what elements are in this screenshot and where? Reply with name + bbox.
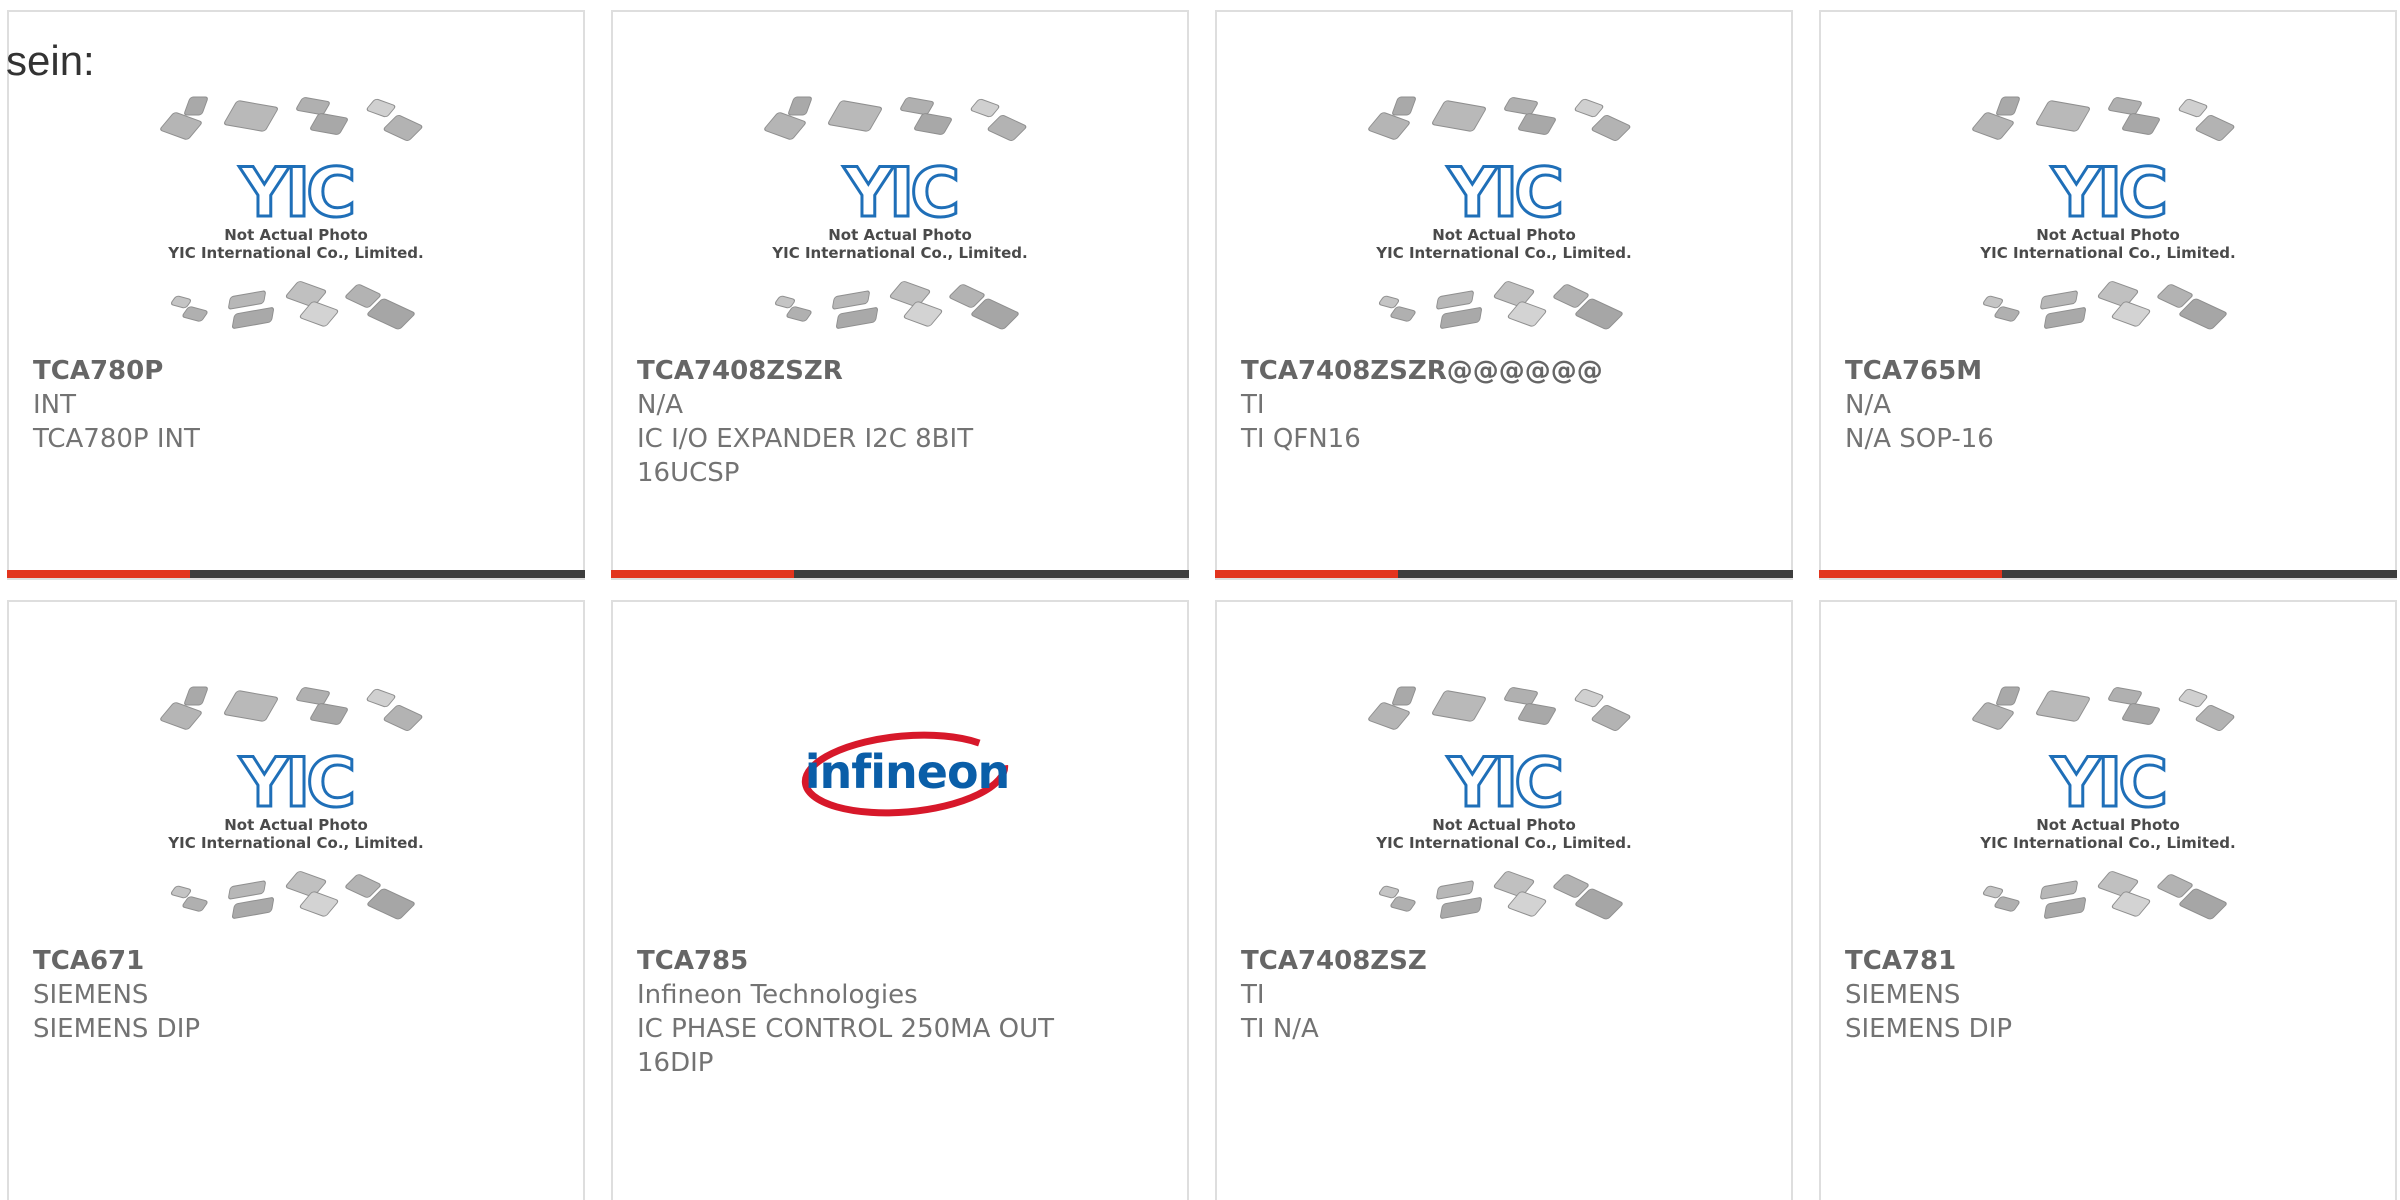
product-card[interactable]: YIC Not Actual Photo YIC International Co.… [7,600,585,1200]
description: TI QFN16 [1241,424,1361,454]
svg-text:Not Actual Photo: Not Actual Photo [2036,816,2180,834]
svg-text:YIC International Co., Limited: YIC International Co., Limited. [1375,834,1631,852]
card-footer-bar [1215,570,1793,578]
part-number[interactable]: TCA781 [1845,944,2345,978]
svg-text:YIC International Co., Limited: YIC International Co., Limited. [167,244,423,262]
product-photo: YIC Not Actual Photo YIC International Co.… [1217,684,1791,944]
product-photo: YIC Not Actual Photo YIC International Co.… [1217,94,1791,354]
description-continued: 16UCSP [637,458,740,488]
yic-logo: YIC [2051,744,2165,823]
svg-text:Not Actual Photo: Not Actual Photo [2036,226,2180,244]
not-actual-photo-image: YICNot Actual PhotoYIC International Co.… [1972,686,2236,920]
svg-text:YIC International Co., Limited: YIC International Co., Limited. [1375,244,1631,262]
product-photo: YIC Not Actual Photo YIC International Co.… [1821,94,2395,354]
description: IC PHASE CONTROL 250MA OUT [637,1014,1055,1044]
description: IC I/O EXPANDER I2C 8BIT [637,424,974,454]
card-footer-bar [611,570,1189,578]
description: TCA780P INT [33,424,200,454]
svg-text:YIC International Co., Limited: YIC International Co., Limited. [1979,834,2235,852]
yic-logo: YIC [239,154,353,233]
card-footer-accent [1215,570,1398,578]
manufacturer: Infineon Technologies [637,980,918,1010]
yic-logo: YIC [239,744,353,823]
manufacturer: SIEMENS [1845,980,1961,1010]
product-info: TCA7408ZSZ TI TI N/A [1241,944,1741,1046]
product-photo: infineon [613,684,1187,944]
product-info: TCA671 SIEMENS SIEMENS DIP [33,944,533,1046]
product-info: TCA785 Infineon Technologies IC PHASE CO… [637,944,1137,1080]
product-card[interactable]: YIC Not Actual Photo YIC International Co.… [7,10,585,580]
product-info: TCA781 SIEMENS SIEMENS DIP [1845,944,2345,1046]
card-footer-accent [7,570,190,578]
card-footer-bar [7,570,585,578]
product-card[interactable]: YIC Not Actual Photo YIC International Co.… [1215,10,1793,580]
not-actual-photo-image: YICNot Actual PhotoYIC International Co.… [160,686,424,920]
product-info: TCA7408ZSZR@@@@@@ TI TI QFN16 [1241,354,1741,456]
part-number[interactable]: TCA785 [637,944,1137,978]
manufacturer: INT [33,390,76,420]
product-grid: YIC Not Actual Photo YIC International Co.… [0,0,2400,1200]
product-card[interactable]: infineon TCA785 Infineon Technologies IC… [611,600,1189,1200]
svg-text:YIC International Co., Limited: YIC International Co., Limited. [167,834,423,852]
yic-logo: YIC [1447,154,1561,233]
product-info: TCA765M N/A N/A SOP-16 [1845,354,2345,456]
product-photo: YIC Not Actual Photo YIC International Co.… [9,94,583,354]
part-number[interactable]: TCA7408ZSZR@@@@@@ [1241,354,1741,388]
product-card[interactable]: YIC Not Actual Photo YIC International Co.… [1215,600,1793,1200]
svg-text:Not Actual Photo: Not Actual Photo [1432,226,1576,244]
part-number[interactable]: TCA7408ZSZR [637,354,1137,388]
svg-text:YIC International Co., Limited: YIC International Co., Limited. [1979,244,2235,262]
not-actual-photo-image: YICNot Actual PhotoYIC International Co.… [1368,96,1632,330]
svg-text:Not Actual Photo: Not Actual Photo [1432,816,1576,834]
svg-text:YIC International Co., Limited: YIC International Co., Limited. [771,244,1027,262]
manufacturer: SIEMENS [33,980,149,1010]
product-info: TCA7408ZSZR N/A IC I/O EXPANDER I2C 8BIT… [637,354,1137,490]
card-footer-bar [1819,570,2397,578]
not-actual-photo-image: YICNot Actual PhotoYIC International Co.… [160,96,424,330]
description: SIEMENS DIP [33,1014,201,1044]
svg-text:Not Actual Photo: Not Actual Photo [224,816,368,834]
product-info: TCA780P INT TCA780P INT [33,354,533,456]
manufacturer: TI [1241,390,1265,420]
svg-text:Not Actual Photo: Not Actual Photo [224,226,368,244]
not-actual-photo-image: YICNot Actual PhotoYIC International Co.… [1972,96,2236,330]
part-number[interactable]: TCA780P [33,354,533,388]
not-actual-photo-image: YICNot Actual PhotoYIC International Co.… [1368,686,1632,920]
description: N/A SOP-16 [1845,424,1994,454]
card-footer-accent [1819,570,2002,578]
product-card[interactable]: YIC Not Actual Photo YIC International Co.… [1819,10,2397,580]
product-card[interactable]: YIC Not Actual Photo YIC International Co.… [611,10,1189,580]
product-card[interactable]: YIC Not Actual Photo YIC International Co.… [1819,600,2397,1200]
part-number[interactable]: TCA7408ZSZ [1241,944,1741,978]
manufacturer: TI [1241,980,1265,1010]
manufacturer: N/A [637,390,683,420]
svg-text:infineon: infineon [805,745,1010,799]
description-continued: 16DIP [637,1048,714,1078]
lead-text: sein: [6,37,95,84]
infineon-logo: infineon [801,731,1010,817]
part-number[interactable]: TCA765M [1845,354,2345,388]
manufacturer: N/A [1845,390,1891,420]
description: SIEMENS DIP [1845,1014,2013,1044]
yic-logo: YIC [2051,154,2165,233]
product-photo: YIC Not Actual Photo YIC International Co.… [9,684,583,944]
svg-text:Not Actual Photo: Not Actual Photo [828,226,972,244]
description: TI N/A [1241,1014,1319,1044]
card-footer-accent [611,570,794,578]
product-photo: YIC Not Actual Photo YIC International Co.… [1821,684,2395,944]
yic-logo: YIC [1447,744,1561,823]
yic-logo: YIC [843,154,957,233]
not-actual-photo-image: YICNot Actual PhotoYIC International Co.… [764,96,1028,330]
product-photo: YIC Not Actual Photo YIC International Co.… [613,94,1187,354]
part-number[interactable]: TCA671 [33,944,533,978]
